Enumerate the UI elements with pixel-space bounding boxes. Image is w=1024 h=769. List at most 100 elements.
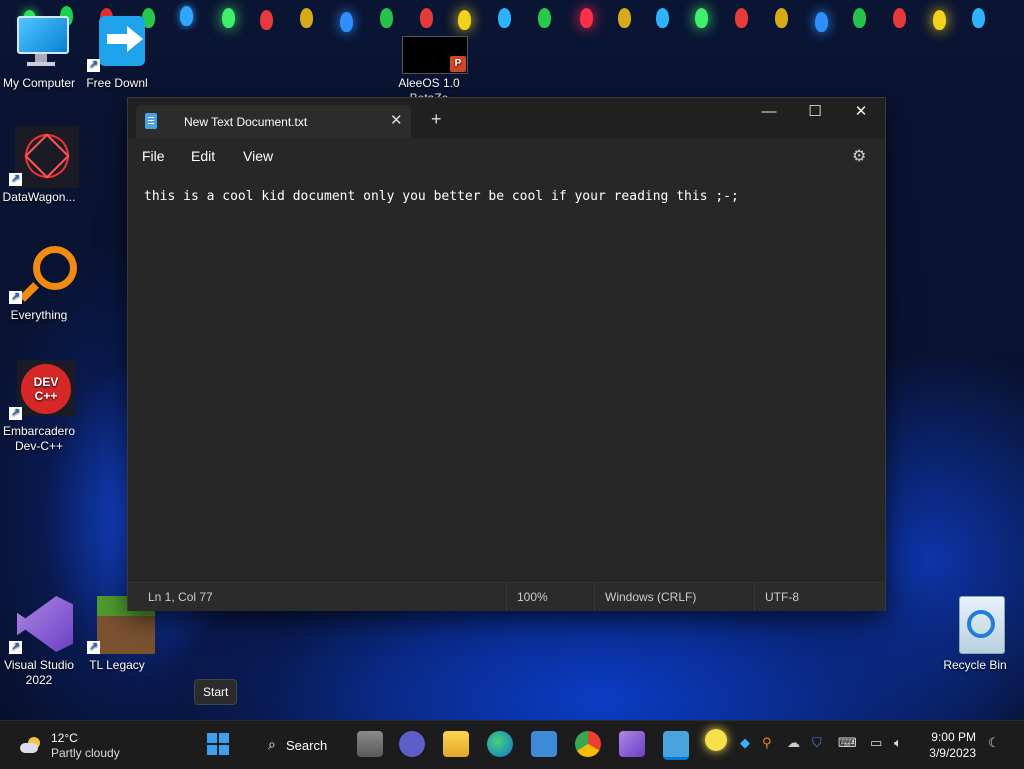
search-button[interactable]: ⌕ Search	[258, 730, 338, 760]
light-bulb	[618, 8, 631, 28]
minimize-button[interactable]: —	[746, 98, 792, 128]
menu-file[interactable]: File	[142, 148, 165, 164]
devcpp-logo-text: DEV C++	[21, 364, 71, 414]
store-icon[interactable]	[531, 731, 557, 757]
tab-document[interactable]: New Text Document.txt ✕	[136, 105, 411, 138]
bouncing-ball-icon[interactable]	[705, 729, 727, 751]
light-bulb	[260, 10, 273, 30]
shield-tray-icon[interactable]: ⛉	[812, 735, 822, 751]
light-bulb	[222, 8, 235, 28]
desktop-icon-label: TL Legacy	[89, 658, 145, 672]
light-bulb	[340, 12, 353, 32]
light-bulb	[458, 10, 471, 30]
status-divider	[594, 583, 595, 611]
shortcut-arrow-icon: ↗	[9, 641, 22, 654]
desktop-icon-label: Embarcadero Dev-C++	[2, 424, 76, 453]
desktop-icon-visual-studio[interactable]: ↗ Visual Studio 2022	[0, 594, 78, 688]
devcpp-icon: DEV C++ ↗	[9, 360, 75, 420]
clock-time: 9:00 PM	[931, 730, 976, 744]
search-label: Search	[286, 738, 328, 753]
clock-date: 3/9/2023	[929, 746, 976, 760]
status-bar: Ln 1, Col 77 100% Windows (CRLF) UTF-8	[128, 582, 885, 611]
close-button[interactable]: ✕	[838, 98, 884, 128]
cloud-tray-icon[interactable]: ☁	[787, 735, 800, 751]
keyboard-icon[interactable]: ⌨	[838, 735, 857, 751]
shortcut-arrow-icon: ↗	[87, 641, 100, 654]
desktop-icon-label: Everything	[10, 308, 68, 322]
weather-temp: 12°C	[51, 731, 78, 745]
moon-notifications-icon[interactable]: ☾	[988, 735, 1000, 751]
gear-icon[interactable]: ⚙	[852, 146, 866, 166]
notepad-icon	[145, 113, 157, 129]
menu-edit[interactable]: Edit	[191, 148, 215, 164]
title-bar[interactable]: New Text Document.txt ✕ + — ☐ ✕	[128, 98, 885, 138]
edge-browser-icon[interactable]	[487, 731, 513, 757]
shortcut-arrow-icon: ↗	[87, 59, 100, 72]
notepad-taskbar-icon[interactable]	[663, 731, 689, 760]
light-bulb	[893, 8, 906, 28]
menu-view[interactable]: View	[243, 148, 273, 164]
everything-tray-icon[interactable]: ⚲	[762, 735, 772, 751]
light-bulb	[580, 8, 593, 28]
light-bulb	[498, 8, 511, 28]
weather-text: 12°C Partly cloudy	[51, 731, 151, 761]
start-button[interactable]	[205, 731, 231, 757]
desktop-icon-my-computer[interactable]: My Computer	[0, 12, 78, 91]
light-bulb	[815, 12, 828, 32]
desktop-icon-everything[interactable]: ↗ Everything	[0, 244, 78, 323]
desktop-icon-recycle-bin[interactable]: Recycle Bin	[936, 594, 1014, 673]
light-bulb	[933, 10, 946, 30]
datawagon-icon: ↗	[9, 126, 79, 188]
desktop-icon-aleeos[interactable]: P AleeOS 1.0 BetaZe	[390, 36, 468, 102]
maximize-button[interactable]: ☐	[792, 98, 838, 128]
desktop-icon-label: DataWagon...	[2, 190, 76, 204]
notepad-window[interactable]: New Text Document.txt ✕ + — ☐ ✕ File Edi…	[127, 97, 886, 611]
desktop-icon-devcpp[interactable]: DEV C++ ↗ Embarcadero Dev-C++	[0, 360, 78, 454]
start-tooltip: Start	[194, 679, 238, 705]
desktop-icon-free-download[interactable]: ↗ Free Downl	[78, 12, 156, 106]
speaker-icon[interactable]: 🔈︎	[894, 735, 902, 751]
status-divider	[506, 583, 507, 611]
chrome-browser-icon[interactable]	[575, 731, 601, 757]
cursor-position: Ln 1, Col 77	[148, 590, 213, 604]
light-bulb	[380, 8, 393, 28]
desktop-icon-label: Recycle Bin	[943, 658, 1007, 672]
desktop-icon-datawagon[interactable]: ↗ DataWagon...	[0, 126, 79, 205]
tray-app-icon[interactable]: ◆	[740, 735, 750, 751]
search-icon: ⌕	[268, 736, 276, 752]
weather-desc: Partly cloudy	[51, 746, 120, 760]
light-bulb	[180, 6, 193, 26]
zoom-level: 100%	[517, 590, 548, 604]
teams-chat-icon[interactable]	[399, 731, 425, 757]
file-explorer-icon[interactable]	[443, 731, 469, 757]
new-tab-button[interactable]: +	[431, 110, 442, 128]
shortcut-arrow-icon: ↗	[9, 407, 22, 420]
status-divider	[754, 583, 755, 611]
visual-studio-icon: ↗	[9, 594, 73, 654]
light-bulb	[695, 8, 708, 28]
light-bulb	[853, 8, 866, 28]
document-text[interactable]: this is a cool kid document only you bet…	[144, 189, 739, 204]
shortcut-arrow-icon: ↗	[9, 173, 22, 186]
light-bulb	[300, 8, 313, 28]
visual-studio-taskbar-icon[interactable]	[619, 731, 645, 757]
tab-close-icon[interactable]: ✕	[390, 111, 403, 129]
light-bulb	[538, 8, 551, 28]
light-bulb	[420, 8, 433, 28]
partly-cloudy-icon	[20, 737, 42, 753]
light-bulb	[735, 8, 748, 28]
light-bulb	[972, 8, 985, 28]
recycle-bin-icon	[945, 594, 1005, 654]
desktop-icon-label: My Computer	[2, 76, 76, 90]
desktop-icon-label: Visual Studio 2022	[4, 658, 74, 687]
text-editor[interactable]: this is a cool kid document only you bet…	[128, 174, 885, 582]
menu-bar: File Edit View ⚙	[128, 138, 885, 174]
shortcut-arrow-icon: ↗	[9, 291, 22, 304]
light-bulb	[656, 8, 669, 28]
system-clock[interactable]: 9:00 PM 3/9/2023	[922, 729, 976, 761]
light-bulb	[775, 8, 788, 28]
network-icon[interactable]: ▭	[870, 735, 882, 751]
tab-title: New Text Document.txt	[184, 115, 308, 129]
monitor-icon	[9, 12, 69, 72]
task-view-icon[interactable]	[357, 731, 383, 757]
